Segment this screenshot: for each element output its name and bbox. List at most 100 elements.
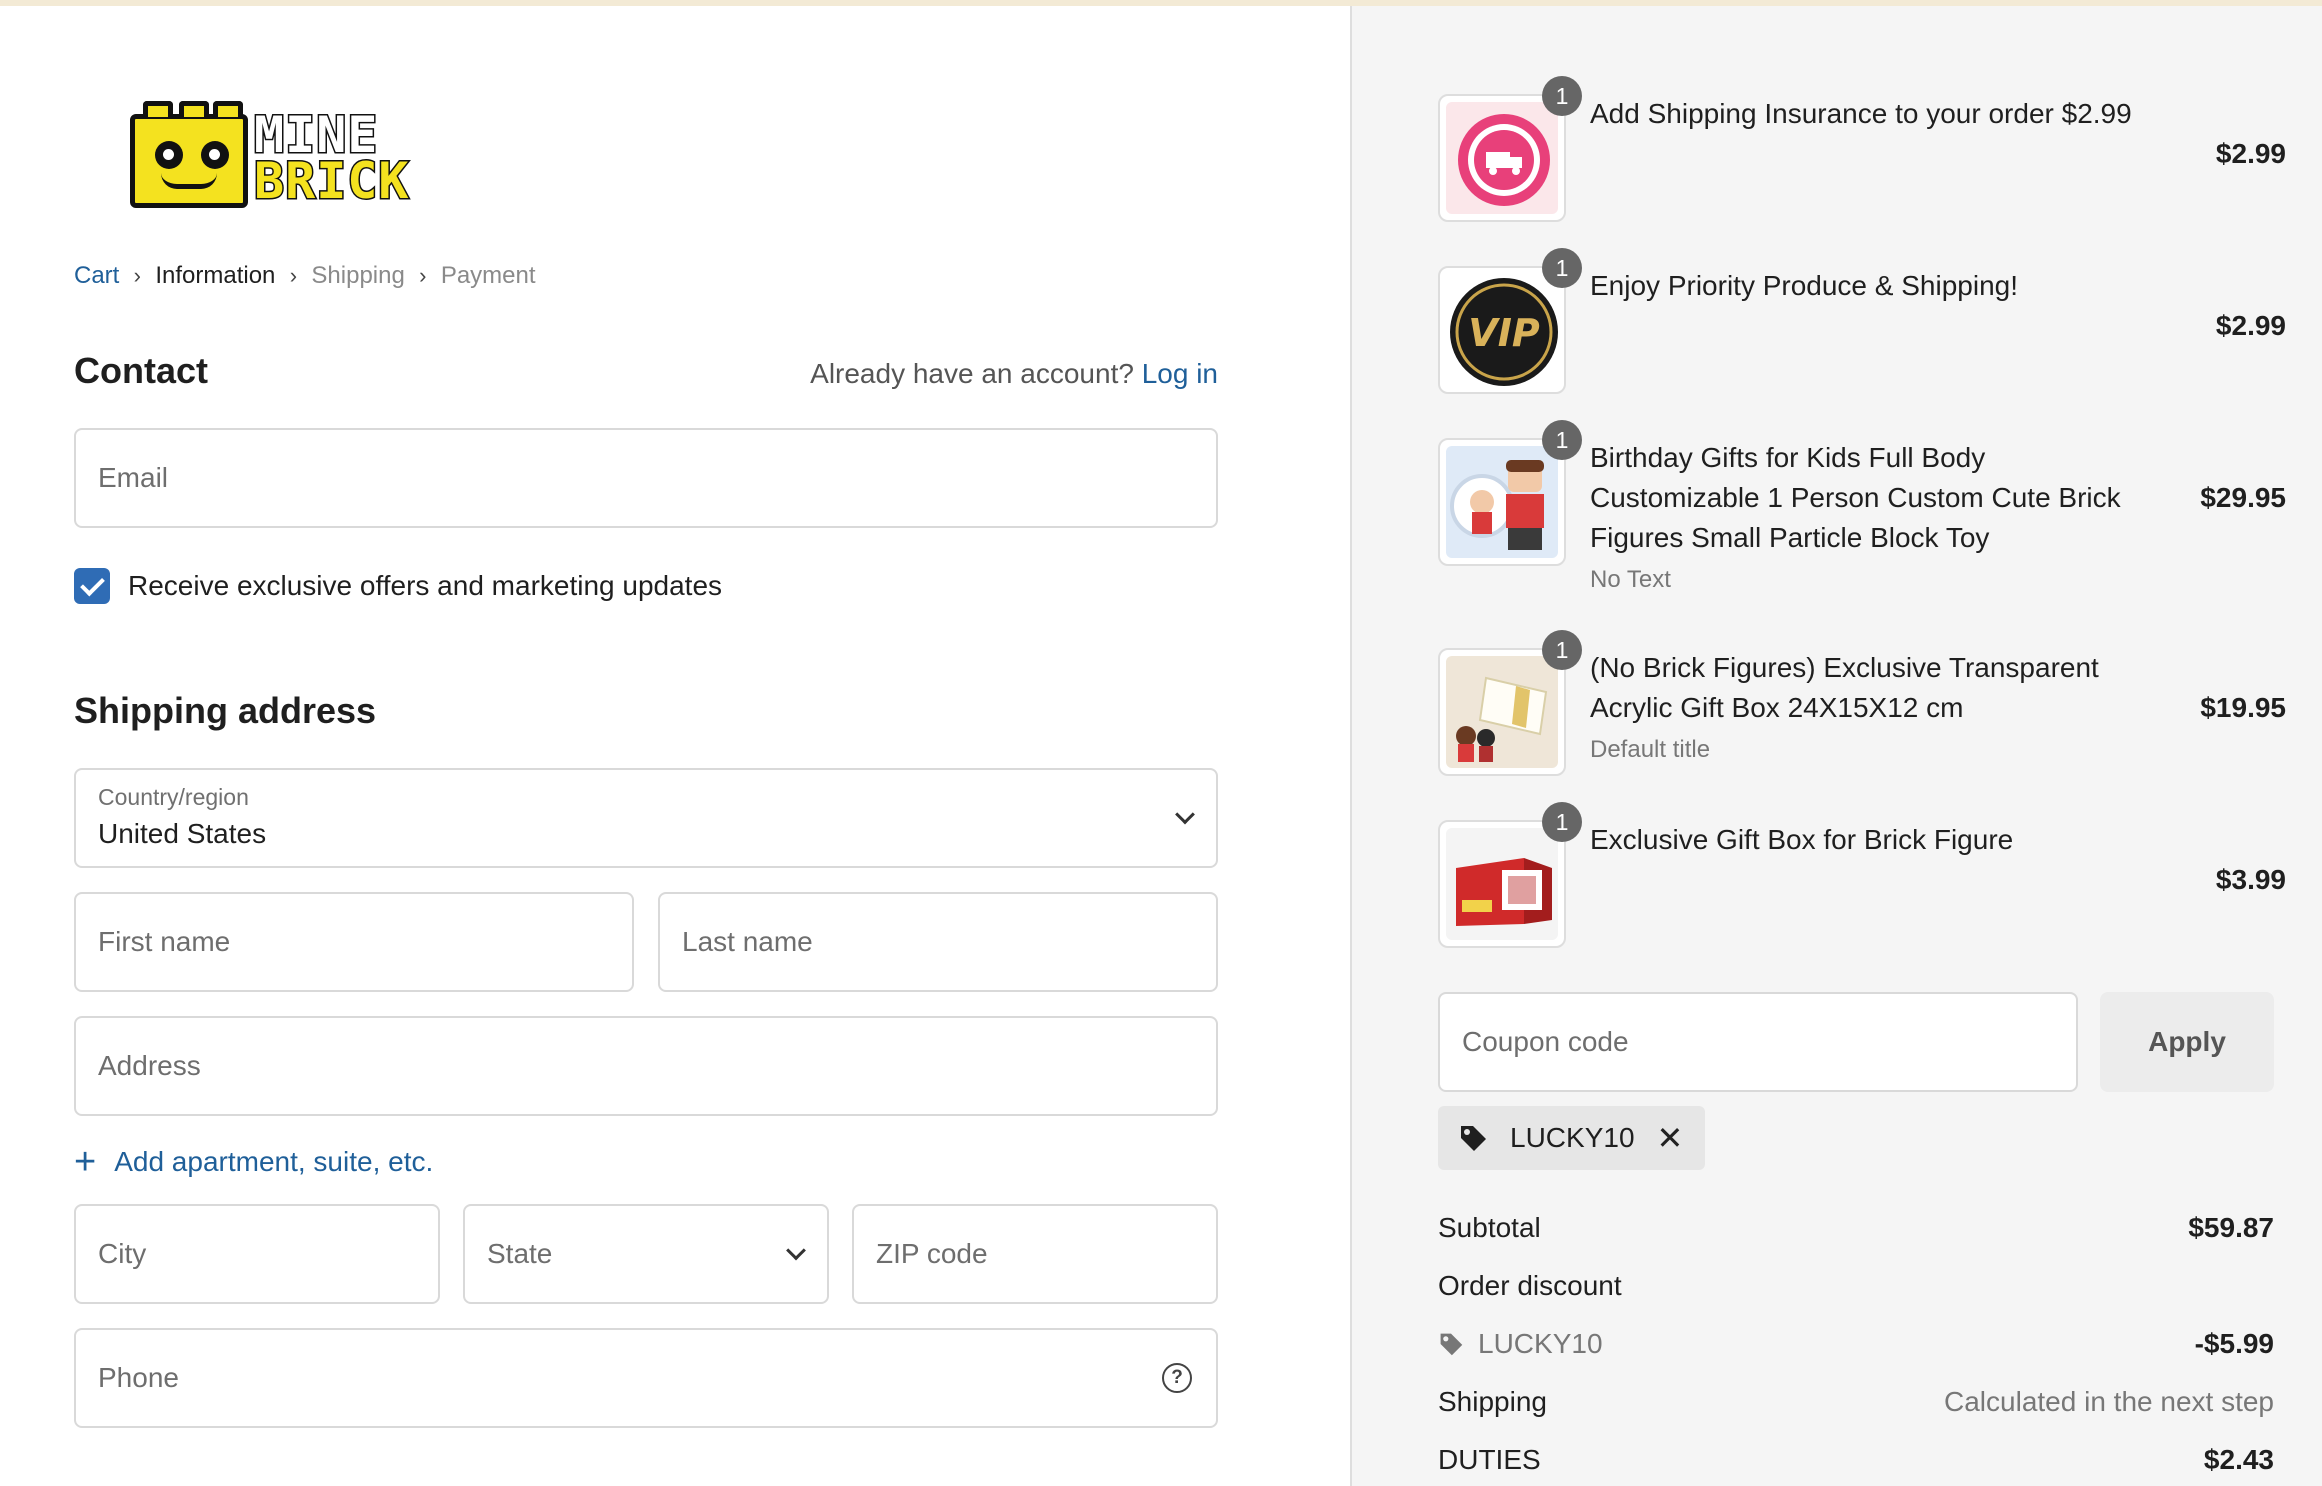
chevron-down-icon: [786, 1240, 806, 1261]
plus-icon: +: [74, 1141, 97, 1183]
account-prompt: Already have an account? Log in: [810, 358, 1218, 390]
remove-coupon-close-icon[interactable]: ✕: [1657, 1119, 1684, 1157]
quantity-badge: 1: [1542, 248, 1582, 288]
item-thumbnail: VIP 1: [1438, 248, 1582, 394]
discount-value: -$5.99: [2194, 1328, 2274, 1359]
coupon-placeholder: Coupon code: [1462, 1026, 1629, 1057]
address-placeholder: Address: [98, 1050, 201, 1081]
quantity-badge: 1: [1542, 802, 1582, 842]
coupon-input[interactable]: Coupon code: [1438, 992, 2078, 1092]
subtotal-row: Subtotal $59.87: [1438, 1212, 2274, 1244]
apply-button[interactable]: Apply: [2100, 992, 2274, 1092]
state-select[interactable]: State: [463, 1204, 829, 1304]
cart-item: 1 Exclusive Gift Box for Brick Figure $3…: [1438, 802, 2286, 950]
discount-code-label: LUCKY10: [1438, 1328, 1603, 1360]
quantity-badge: 1: [1542, 630, 1582, 670]
item-price: $3.99: [2215, 864, 2286, 895]
item-price: $2.99: [2215, 138, 2286, 169]
insurance-badge-icon: [1458, 114, 1550, 206]
shipping-row: Shipping Calculated in the next step: [1438, 1386, 2274, 1418]
discount-code-row: LUCKY10 -$5.99: [1438, 1328, 2274, 1360]
shipping-value: Calculated in the next step: [1944, 1386, 2274, 1417]
marketing-checkbox[interactable]: [74, 568, 110, 604]
item-price: $19.95: [2200, 692, 2286, 723]
duties-value: $2.43: [2203, 1444, 2274, 1475]
vip-badge-icon: VIP: [1450, 278, 1558, 386]
order-discount-label: Order discount: [1438, 1270, 1622, 1301]
checkout-form-panel: MINE BRICK Cart › Information › Shipping…: [0, 6, 1350, 1486]
gift-box-icon: [1456, 858, 1552, 926]
subtotal-label: Subtotal: [1438, 1212, 1541, 1243]
order-discount-row: Order discount: [1438, 1270, 2274, 1302]
first-name-field[interactable]: First name: [74, 892, 634, 992]
brick-mascot-icon: [130, 101, 248, 208]
chevron-right-icon: ›: [419, 263, 427, 288]
logo-text-brick: BRICK: [253, 152, 411, 210]
item-name: (No Brick Figures) Exclusive Transparent…: [1590, 652, 2099, 723]
applied-coupon-code: LUCKY10: [1510, 1122, 1635, 1153]
vip-text: VIP: [1468, 311, 1540, 355]
country-select[interactable]: Country/region United States: [74, 768, 1218, 868]
email-placeholder: Email: [98, 462, 169, 493]
marketing-label: Receive exclusive offers and marketing u…: [128, 570, 723, 601]
breadcrumb: Cart › Information › Shipping › Payment: [74, 262, 536, 290]
breadcrumb-shipping: Shipping: [311, 262, 405, 289]
last-name-placeholder: Last name: [682, 926, 813, 957]
subtotal-value: $59.87: [2188, 1212, 2274, 1243]
shipping-label: Shipping: [1438, 1386, 1547, 1417]
tag-icon: [1440, 1333, 1463, 1356]
item-name: Enjoy Priority Produce & Shipping!: [1590, 270, 2018, 301]
add-apartment-label: Add apartment, suite, etc.: [114, 1146, 434, 1177]
item-name: Exclusive Gift Box for Brick Figure: [1590, 824, 2014, 855]
item-thumbnail: 1: [1438, 76, 1582, 222]
quantity-badge: 1: [1542, 76, 1582, 116]
address-field[interactable]: Address: [74, 1016, 1218, 1116]
cart-item: 1 Add Shipping Insurance to your order $…: [1438, 76, 2286, 224]
item-name-block: (No Brick Figures) Exclusive Transparent…: [1590, 648, 2160, 766]
login-link[interactable]: Log in: [1142, 358, 1218, 389]
applied-coupon-tag: LUCKY10 ✕: [1438, 1106, 1706, 1170]
city-field[interactable]: City: [74, 1204, 440, 1304]
city-placeholder: City: [98, 1238, 147, 1269]
breadcrumb-cart[interactable]: Cart: [74, 262, 119, 290]
cart-item: VIP 1 Enjoy Priority Produce & Shipping!…: [1438, 248, 2286, 396]
item-price: $2.99: [2215, 310, 2286, 341]
phone-field[interactable]: Phone ?: [74, 1328, 1218, 1428]
email-field[interactable]: Email: [74, 428, 1218, 528]
quantity-badge: 1: [1542, 420, 1582, 460]
item-variant: No Text: [1590, 566, 1671, 593]
item-price: $29.95: [2200, 482, 2286, 513]
marketing-opt-in[interactable]: Receive exclusive offers and marketing u…: [74, 568, 722, 604]
country-label: Country/region: [98, 784, 249, 810]
breadcrumb-payment: Payment: [440, 262, 536, 289]
item-name: Add Shipping Insurance to your order $2.…: [1590, 98, 2132, 129]
cart-item: 1 Birthday Gifts for Kids Full Body Cust…: [1438, 420, 2286, 618]
item-thumbnail: 1: [1438, 630, 1582, 776]
tag-icon: [1461, 1126, 1486, 1151]
first-name-placeholder: First name: [98, 926, 231, 957]
brick-figure-icon: [1450, 460, 1544, 550]
cart-item: 1 (No Brick Figures) Exclusive Transpare…: [1438, 630, 2286, 788]
item-name: Birthday Gifts for Kids Full Body Custom…: [1590, 442, 2121, 553]
state-placeholder: State: [487, 1238, 553, 1269]
zip-field[interactable]: ZIP code: [852, 1204, 1218, 1304]
account-prompt-text: Already have an account?: [810, 358, 1134, 389]
duties-label: DUTIES: [1438, 1444, 1541, 1475]
help-circle-icon[interactable]: ?: [1162, 1363, 1192, 1393]
chevron-right-icon: ›: [133, 263, 141, 288]
mine-brick-logo[interactable]: MINE BRICK: [128, 100, 424, 214]
chevron-down-icon: [1175, 804, 1195, 825]
zip-placeholder: ZIP code: [876, 1238, 988, 1269]
item-thumbnail: 1: [1438, 420, 1582, 566]
duties-row: DUTIES $2.43: [1438, 1444, 2274, 1476]
add-apartment-link[interactable]: + Add apartment, suite, etc.: [74, 1141, 434, 1183]
discount-code: LUCKY10: [1478, 1328, 1603, 1359]
item-thumbnail: 1: [1438, 802, 1582, 948]
last-name-field[interactable]: Last name: [658, 892, 1218, 992]
item-name-block: Birthday Gifts for Kids Full Body Custom…: [1590, 438, 2160, 596]
country-value: United States: [98, 818, 267, 849]
breadcrumb-information: Information: [155, 262, 276, 289]
chevron-right-icon: ›: [289, 263, 298, 288]
order-summary-panel: 1 Add Shipping Insurance to your order $…: [1352, 6, 2322, 1486]
item-variant: Default title: [1590, 736, 1711, 763]
